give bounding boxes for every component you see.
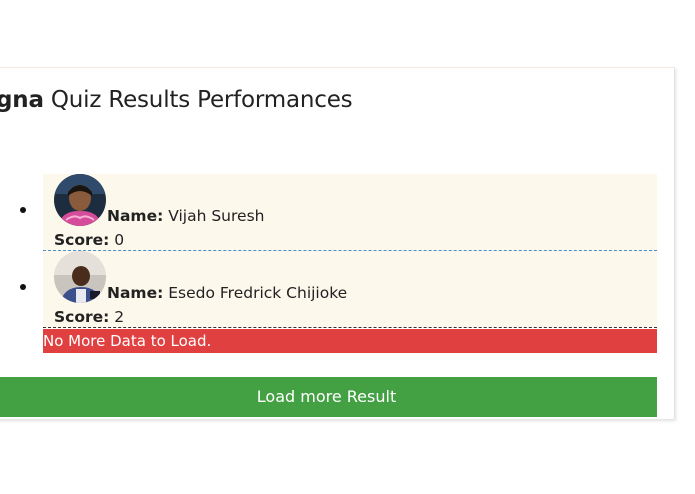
result-score: Score: 2 [54,308,124,326]
score-label: Score: [54,231,110,249]
score-value: 2 [109,308,125,326]
result-name: Name: Esedo Fredrick Chijioke [107,284,347,302]
score-value: 0 [109,231,125,249]
bullet-icon [20,284,26,290]
page-title: gna Quiz Results Performances [0,87,353,113]
result-name: Name: Vijah Suresh [107,207,264,225]
no-more-data-alert: No More Data to Load. [43,329,657,353]
results-card: gna Quiz Results Performances Name: Vija… [0,67,675,419]
name-value: Esedo Fredrick Chijioke [163,284,348,302]
avatar-icon [54,251,106,303]
score-label: Score: [54,308,110,326]
results-list: Name: Vijah Suresh Score: 0 Name: Esedo … [20,174,657,328]
list-item: Name: Vijah Suresh Score: 0 [20,174,657,251]
avatar-icon [54,174,106,226]
page-title-text: Quiz Results Performances [43,87,353,113]
page-title-brand: gna [0,87,44,113]
name-value: Vijah Suresh [163,207,265,225]
bullet-icon [20,207,26,213]
result-score: Score: 0 [54,231,124,249]
name-label: Name: [107,284,164,302]
list-item: Name: Esedo Fredrick Chijioke Score: 2 [20,251,657,328]
load-more-button[interactable]: Load more Result [0,377,657,417]
name-label: Name: [107,207,164,225]
